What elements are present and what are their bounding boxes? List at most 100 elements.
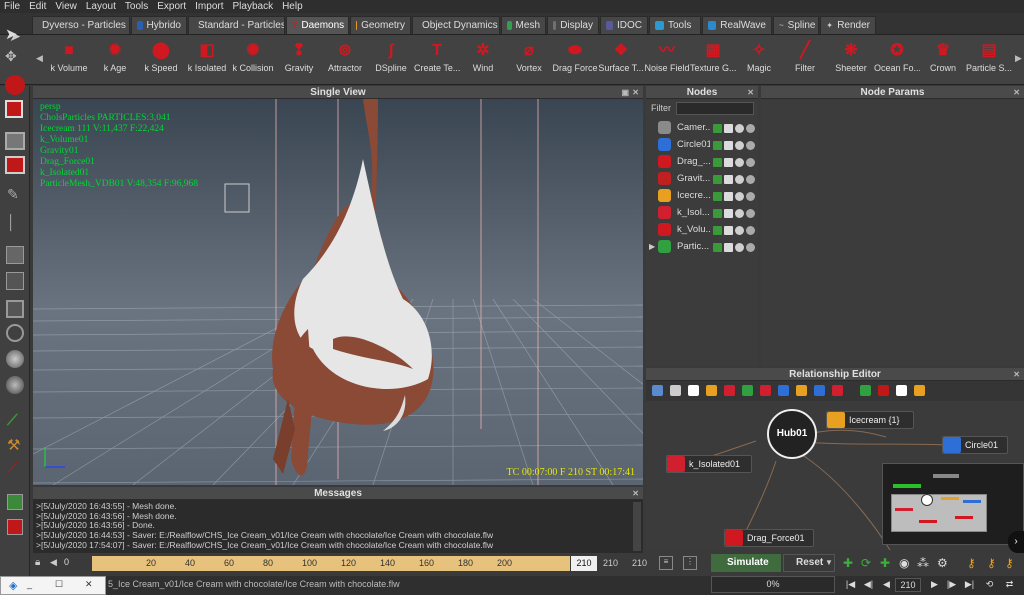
menu-help[interactable]: Help	[282, 1, 303, 12]
step-back-icon[interactable]: ◀|	[863, 578, 874, 591]
simulation-toggle-icon[interactable]	[746, 141, 755, 150]
relationship-tool-icon[interactable]	[778, 385, 789, 396]
visibility-toggle-icon[interactable]	[724, 226, 733, 235]
expand-arrow-icon[interactable]: ▶	[649, 242, 655, 251]
menu-tools[interactable]: Tools	[125, 1, 148, 12]
side-popup-arrow-icon[interactable]: ›	[1008, 531, 1024, 553]
key-2-icon[interactable]: ⚷	[987, 556, 996, 570]
relationship-tool-icon[interactable]	[670, 385, 681, 396]
simulation-toggle-icon[interactable]	[746, 124, 755, 133]
simulation-toggle-icon[interactable]	[746, 226, 755, 235]
relationship-tool-icon[interactable]	[814, 385, 825, 396]
select-tool-icon[interactable]: ➤	[5, 25, 25, 45]
shelf-button-dspline[interactable]: ʃ DSpline	[368, 37, 414, 83]
tab-mesh[interactable]: Mesh	[501, 16, 546, 34]
shading-toggle-icon[interactable]	[735, 192, 744, 201]
relationship-tool-icon[interactable]	[688, 385, 699, 396]
visibility-toggle-icon[interactable]	[724, 158, 733, 167]
shelf-button-wind[interactable]: ✲ Wind	[460, 37, 506, 83]
lock-icon[interactable]: 🔒︎	[35, 557, 40, 568]
grid-primitive-icon[interactable]	[6, 300, 24, 318]
maximize-icon[interactable]: ▣	[621, 86, 629, 99]
relationship-tool-icon[interactable]	[742, 385, 753, 396]
node-list-item[interactable]: Camer...	[646, 120, 758, 137]
node-list-item[interactable]: Partic...	[646, 239, 758, 256]
shelf-button-ocean-fo[interactable]: ✪ Ocean Fo...	[874, 37, 920, 83]
shading-toggle-icon[interactable]	[735, 158, 744, 167]
maximize-icon[interactable]: ☐	[55, 579, 63, 590]
visibility-toggle-icon[interactable]	[724, 141, 733, 150]
shelf-button-crown[interactable]: ♛ Crown	[920, 37, 966, 83]
cache-icon[interactable]: ⁂	[917, 556, 929, 570]
shelf-button-k-collision[interactable]: ✺ k Collision	[230, 37, 276, 83]
tab-render[interactable]: ✦ Render	[820, 16, 876, 34]
menu-layout[interactable]: Layout	[86, 1, 116, 12]
menu-export[interactable]: Export	[157, 1, 186, 12]
shelf-button-k-isolated[interactable]: ◧ k Isolated	[184, 37, 230, 83]
shelf-button-noise-field[interactable]: 〰 Noise Field	[644, 37, 690, 83]
tab-spline[interactable]: ~ Spline	[773, 16, 819, 34]
drag-force-node[interactable]: Drag_Force01	[724, 529, 814, 547]
visibility-toggle-icon[interactable]	[724, 209, 733, 218]
red-save-icon[interactable]	[7, 519, 23, 535]
shelf-button-filter[interactable]: ╱ Filter	[782, 37, 828, 83]
shelf-button-magic[interactable]: ✧ Magic	[736, 37, 782, 83]
sim-tool-3-icon[interactable]: ✚	[880, 556, 890, 570]
gear-icon[interactable]: ⚙	[937, 556, 948, 570]
tab-hybrido[interactable]: Hybrido	[131, 16, 187, 34]
node-list-item[interactable]: Drag_...	[646, 154, 758, 171]
shelf-button-surface-t[interactable]: ❖ Surface T...	[598, 37, 644, 83]
relationship-tool-icon[interactable]	[706, 385, 717, 396]
filter-input[interactable]	[676, 102, 754, 115]
visibility-toggle-icon[interactable]	[724, 243, 733, 252]
edit-toggle-icon[interactable]	[713, 141, 722, 150]
move-tool-icon[interactable]: ✥	[5, 48, 25, 68]
tools-wrench-icon[interactable]: ⚒	[7, 436, 23, 454]
shading-toggle-icon[interactable]	[735, 175, 744, 184]
circle-node[interactable]: Circle01	[942, 436, 1008, 454]
shelf-button-vortex[interactable]: ⌀ Vortex	[506, 37, 552, 83]
relationship-tool-icon[interactable]	[878, 385, 889, 396]
relationship-tool-icon[interactable]	[860, 385, 871, 396]
shelf-button-k-speed[interactable]: ⬤ k Speed	[138, 37, 184, 83]
edit-toggle-icon[interactable]	[713, 243, 722, 252]
menu-playback[interactable]: Playback	[233, 1, 274, 12]
close-icon[interactable]: ✕	[747, 86, 754, 99]
edit-toggle-icon[interactable]	[713, 192, 722, 201]
edit-toggle-icon[interactable]	[713, 226, 722, 235]
3d-viewport[interactable]: persp CholsParticles PARTICLES:3,041 Ice…	[33, 99, 643, 485]
edit-toggle-icon[interactable]	[713, 158, 722, 167]
relationship-tool-icon[interactable]	[796, 385, 807, 396]
node-list-item[interactable]: Icecre...	[646, 188, 758, 205]
brush-icon[interactable]: ⟋	[7, 412, 23, 429]
shading-toggle-icon[interactable]	[735, 141, 744, 150]
shelf-button-attractor[interactable]: ⊚ Attractor	[322, 37, 368, 83]
shelf-button-gravity[interactable]: ❢ Gravity	[276, 37, 322, 83]
red-tool-icon[interactable]: ⟋	[7, 460, 23, 477]
reset-dropdown-icon[interactable]: ▼	[825, 558, 833, 567]
shelf-button-texture-g[interactable]: ▦ Texture G...	[690, 37, 736, 83]
eye-icon[interactable]: ◉	[899, 556, 909, 570]
close-icon[interactable]: ✕	[1013, 368, 1020, 381]
shelf-button-drag-force[interactable]: ⬬ Drag Force	[552, 37, 598, 83]
bounce-icon[interactable]: ⇄	[1004, 578, 1015, 591]
minimize-icon[interactable]: _	[27, 579, 32, 589]
visibility-toggle-icon[interactable]	[724, 192, 733, 201]
simulation-toggle-icon[interactable]	[746, 158, 755, 167]
paint-icon[interactable]: ✎	[7, 186, 23, 202]
timeline-options-icon[interactable]: ⋮	[683, 556, 697, 570]
node-list-item[interactable]: Gravit...	[646, 171, 758, 188]
loop-icon[interactable]: ⟲	[984, 578, 995, 591]
sphere-wire-icon[interactable]	[6, 324, 24, 342]
shelf-button-particle-s[interactable]: ▤ Particle S...	[966, 37, 1012, 83]
tab-dyverso-particles[interactable]: Dyverso - Particles	[32, 16, 130, 34]
shelf-button-k-age[interactable]: ✹ k Age	[92, 37, 138, 83]
key-3-icon[interactable]: ⚷	[1005, 556, 1014, 570]
relationship-minimap[interactable]	[882, 463, 1024, 545]
simulation-toggle-icon[interactable]	[746, 243, 755, 252]
layout-icon[interactable]	[5, 132, 25, 150]
close-icon[interactable]: ✕	[1013, 86, 1020, 99]
hub-node[interactable]: Hub01	[767, 409, 817, 459]
frame-field[interactable]: 210	[895, 578, 921, 592]
step-forward-icon[interactable]: |▶	[946, 578, 957, 591]
